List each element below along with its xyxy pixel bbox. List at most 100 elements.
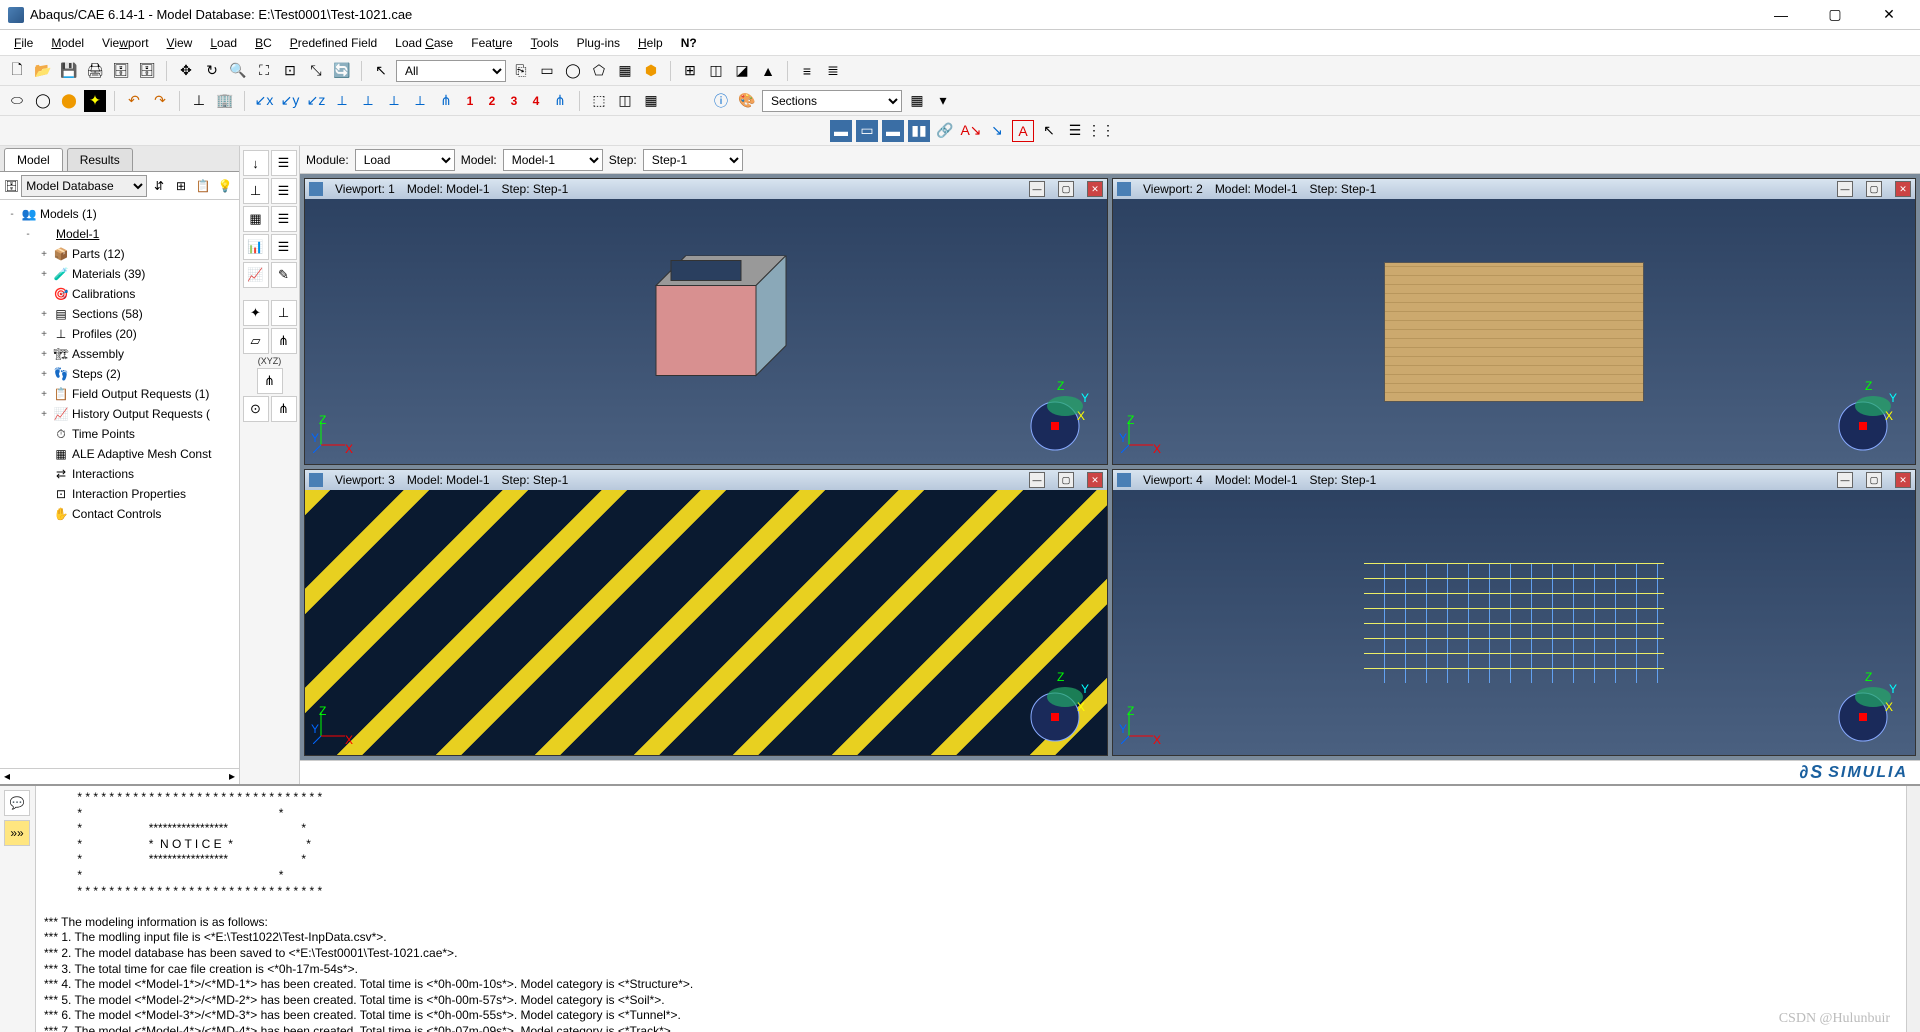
tree-node[interactable]: ✋Contact Controls	[2, 504, 237, 524]
cycle-icon[interactable]: 🔄	[331, 60, 353, 82]
viewport-3[interactable]: Viewport: 3 Model: Model-1 Step: Step-1 …	[304, 469, 1108, 756]
arrow-icon[interactable]: ↘	[986, 120, 1008, 142]
fit-icon[interactable]: ⊡	[279, 60, 301, 82]
layout-1-icon[interactable]: ▬	[830, 120, 852, 142]
layout-4-icon[interactable]: ▮▮	[908, 120, 930, 142]
viewport-canvas[interactable]: Z X Y XZY	[1113, 199, 1915, 464]
undo-icon[interactable]: ↶	[123, 90, 145, 112]
context-help-icon[interactable]: N?	[673, 33, 705, 53]
tree-node[interactable]: 🎯Calibrations	[2, 284, 237, 304]
view-2[interactable]: 2	[483, 94, 501, 108]
vp-maximize-icon[interactable]: ▢	[1058, 181, 1074, 197]
tree-node[interactable]: ⊡Interaction Properties	[2, 484, 237, 504]
tree-horizontal-scrollbar[interactable]: ◂▸	[0, 768, 239, 784]
text-a-icon[interactable]: A	[1012, 120, 1034, 142]
tree-node[interactable]: +🏗Assembly	[2, 344, 237, 364]
triad2-icon[interactable]: ⋔	[549, 90, 571, 112]
palette-icon[interactable]: 🎨	[736, 90, 758, 112]
message-console[interactable]: * * * * * * * * * * * * * * * * * * * * …	[36, 786, 1906, 1032]
filter-icon[interactable]: 📋	[193, 176, 213, 196]
bc-create-icon[interactable]: ⊥	[243, 178, 269, 204]
console-scrollbar[interactable]	[1906, 786, 1920, 1032]
triad-icon[interactable]: ⋔	[435, 90, 457, 112]
field-manager-icon[interactable]: ☰	[271, 206, 297, 232]
compass-icon[interactable]: XZY	[1823, 667, 1903, 747]
vp-minimize-icon[interactable]: —	[1837, 472, 1853, 488]
csys-yz-icon[interactable]: ⟂	[383, 90, 405, 112]
viewport-canvas[interactable]: Z X Y XZY	[1113, 490, 1915, 755]
menu-bc[interactable]: BC	[247, 33, 280, 53]
case-create-icon[interactable]: 📊	[243, 234, 269, 260]
vp-minimize-icon[interactable]: —	[1837, 181, 1853, 197]
box2-icon[interactable]: ◫	[614, 90, 636, 112]
tab-results[interactable]: Results	[67, 148, 133, 171]
datum-axis-icon[interactable]: ⊥	[271, 300, 297, 326]
cli-tab-icon[interactable]: »»	[4, 820, 30, 846]
view-3[interactable]: 3	[505, 94, 523, 108]
csys-z-icon[interactable]: ↙z	[305, 90, 327, 112]
menu-viewport[interactable]: Viewport	[94, 33, 157, 53]
vp-minimize-icon[interactable]: —	[1029, 181, 1045, 197]
viewport-4[interactable]: Viewport: 4 Model: Model-1 Step: Step-1 …	[1112, 469, 1916, 756]
marker-icon[interactable]: ✦	[84, 90, 106, 112]
viewport-canvas[interactable]: Z X Y XZY	[305, 490, 1107, 755]
tree-node[interactable]: -Model-1	[2, 224, 237, 244]
db2-icon[interactable]: 🗄	[136, 60, 158, 82]
solid-icon[interactable]: ⬢	[640, 60, 662, 82]
menu-view[interactable]: View	[159, 33, 201, 53]
csys-xz-icon[interactable]: ⟂	[357, 90, 379, 112]
field-create-icon[interactable]: ▦	[243, 206, 269, 232]
case-manager-icon[interactable]: ☰	[271, 234, 297, 260]
close-button[interactable]: ✕	[1866, 1, 1912, 29]
track1-icon[interactable]: ≡	[796, 60, 818, 82]
sort-icon[interactable]: ⇵	[149, 176, 169, 196]
wireframe-icon[interactable]: ⊞	[679, 60, 701, 82]
tree-node[interactable]: ▦ALE Adaptive Mesh Const	[2, 444, 237, 464]
section-box-icon[interactable]: ▦	[906, 90, 928, 112]
vp-minimize-icon[interactable]: —	[1029, 472, 1045, 488]
link-icon[interactable]: 🔗	[934, 120, 956, 142]
tree-node[interactable]: +📦Parts (12)	[2, 244, 237, 264]
tree-node[interactable]: +👣Steps (2)	[2, 364, 237, 384]
pan-icon[interactable]: ✥	[175, 60, 197, 82]
open-icon[interactable]: 📂	[32, 60, 54, 82]
box1-icon[interactable]: ⬚	[588, 90, 610, 112]
vp-close-icon[interactable]: ✕	[1895, 472, 1911, 488]
query-icon[interactable]: ⊙	[243, 396, 269, 422]
maximize-button[interactable]: ▢	[1812, 1, 1858, 29]
compass-icon[interactable]: XZY	[1823, 376, 1903, 456]
redo-icon[interactable]: ↷	[149, 90, 171, 112]
tree-node[interactable]: -👥Models (1)	[2, 204, 237, 224]
amp-create-icon[interactable]: 📈	[243, 262, 269, 288]
layout-2-icon[interactable]: ▭	[856, 120, 878, 142]
highlight-icon[interactable]: 💡	[215, 176, 235, 196]
rotate-icon[interactable]: ↻	[201, 60, 223, 82]
menu-help[interactable]: Help	[630, 33, 671, 53]
poly-select-icon[interactable]: ⬠	[588, 60, 610, 82]
mesh-sel-icon[interactable]: ▦	[614, 60, 636, 82]
buildings-icon[interactable]: 🏢	[214, 90, 236, 112]
box3-icon[interactable]: ▦	[640, 90, 662, 112]
info-icon[interactable]: ⓘ	[710, 90, 732, 112]
datum-csys-icon[interactable]: ⋔	[271, 328, 297, 354]
csys2-icon[interactable]: ⋔	[271, 396, 297, 422]
tree-node[interactable]: +📈History Output Requests (	[2, 404, 237, 424]
list-icon[interactable]: ⋮⋮	[1090, 120, 1112, 142]
model-tree[interactable]: -👥Models (1)-Model-1+📦Parts (12)+🧪Materi…	[0, 200, 239, 768]
tree-node[interactable]: +⊥Profiles (20)	[2, 324, 237, 344]
tree-node[interactable]: ⇄Interactions	[2, 464, 237, 484]
viewport-1[interactable]: Viewport: 1 Model: Model-1 Step: Step-1 …	[304, 178, 1108, 465]
layout-3-icon[interactable]: ▬	[882, 120, 904, 142]
ellipse2-icon[interactable]: ◯	[32, 90, 54, 112]
partition-icon[interactable]: ⋔	[257, 368, 283, 394]
csys-y-icon[interactable]: ↙y	[279, 90, 301, 112]
shaded-icon[interactable]: ◪	[731, 60, 753, 82]
viewport-canvas[interactable]: Z X Y XZY	[305, 199, 1107, 464]
pointer-icon[interactable]: ↖	[1038, 120, 1060, 142]
zoom-icon[interactable]: 🔍	[227, 60, 249, 82]
viewport-2[interactable]: Viewport: 2 Model: Model-1 Step: Step-1 …	[1112, 178, 1916, 465]
vp-maximize-icon[interactable]: ▢	[1866, 472, 1882, 488]
compass-icon[interactable]: XZY	[1015, 376, 1095, 456]
load-create-icon[interactable]: ↓	[243, 150, 269, 176]
compass-icon[interactable]: XZY	[1015, 667, 1095, 747]
